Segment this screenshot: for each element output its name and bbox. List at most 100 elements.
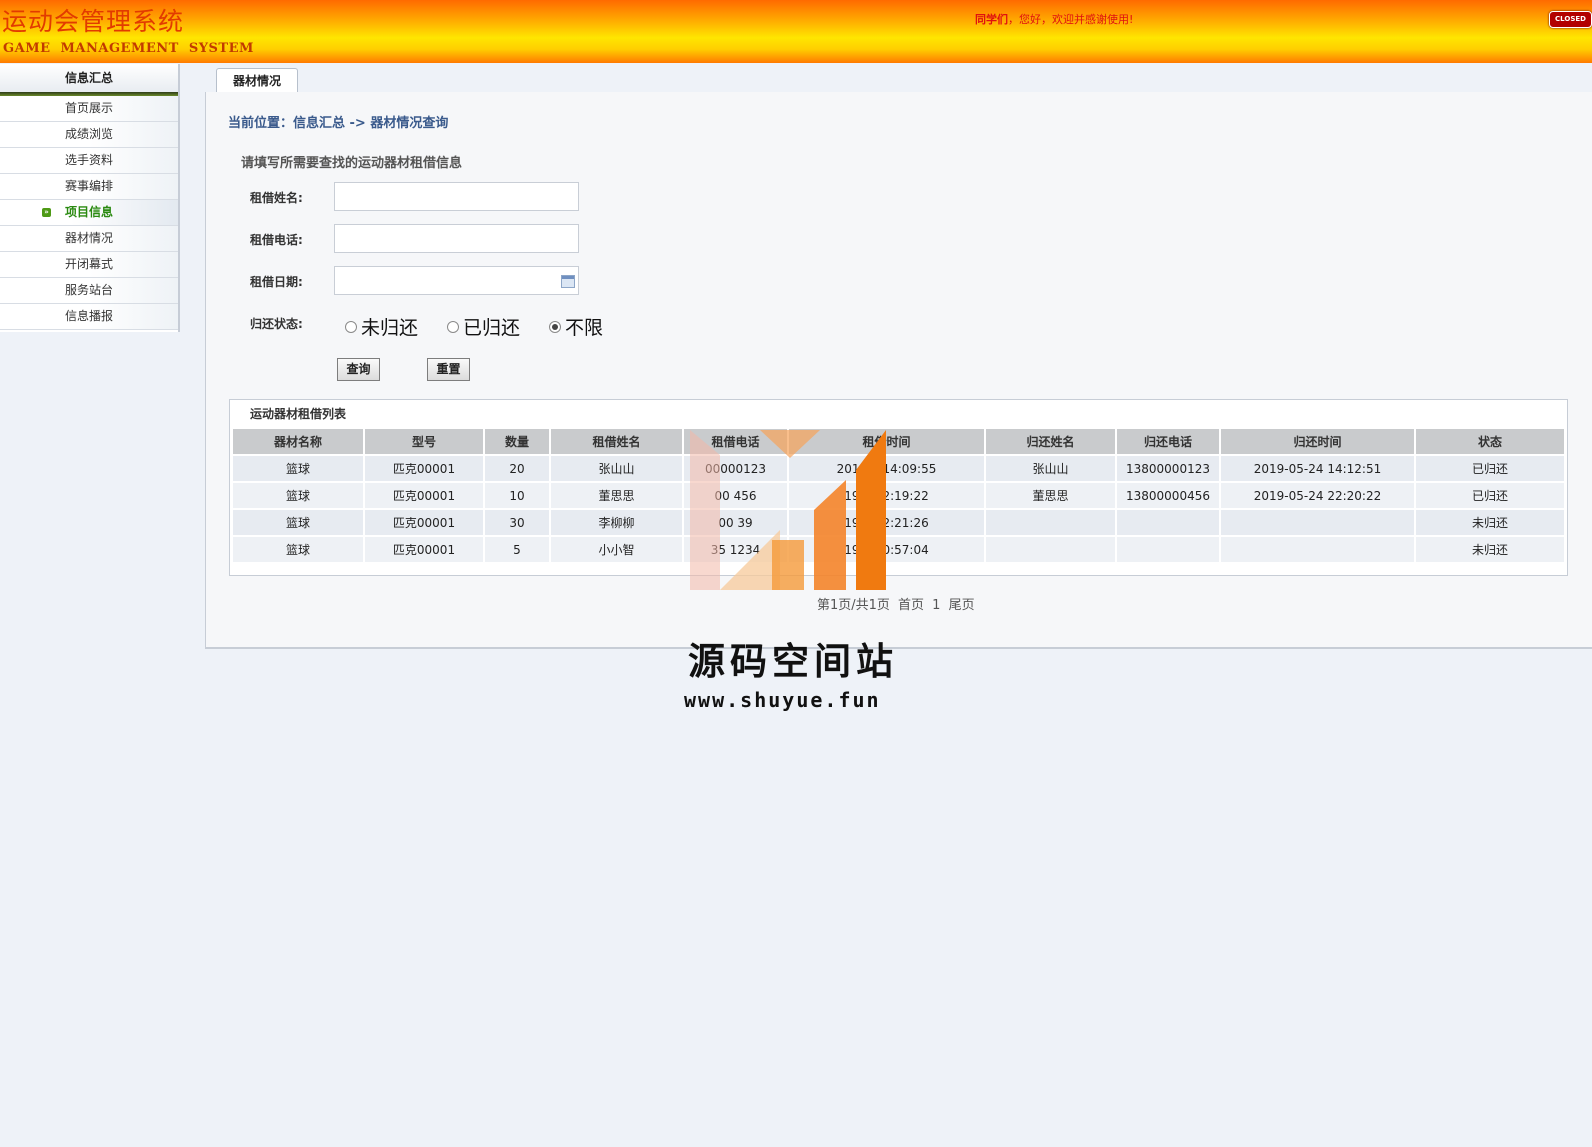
watermark-text: 源码空间站: [688, 640, 898, 683]
table-cell: 13800000456: [1117, 483, 1219, 508]
table-cell: 篮球: [233, 483, 363, 508]
table-row: 篮球 匹克00001 10 董思思 00 456 19 3 22:19:22 董…: [233, 483, 1564, 508]
table-cell: 篮球: [233, 456, 363, 481]
table-row: 篮球 匹克00001 5 小小智 35 1234 19 1 10:57:04 未…: [233, 537, 1564, 562]
table-row: 篮球 匹克00001 20 张山山 00000123 2019 3 14:09:…: [233, 456, 1564, 481]
app-subtitle: GAME MANAGEMENT SYSTEM: [3, 41, 254, 56]
sidebar-item-label: 成绩浏览: [64, 127, 113, 141]
column-header: 归还时间: [1221, 429, 1414, 454]
table-cell: 19 3 22:21:26: [789, 510, 984, 535]
sidebar-item-label: 信息播报: [64, 309, 113, 323]
status-radio-any[interactable]: 不限: [549, 313, 603, 340]
table-cell: 2019-05-24 22:20:22: [1221, 483, 1414, 508]
sidebar-item-label: 开闭幕式: [64, 257, 113, 271]
table-cell: 30: [485, 510, 549, 535]
sidebar-item-scores[interactable]: 成绩浏览: [0, 122, 178, 148]
table-cell: 20: [485, 456, 549, 481]
table-cell: [986, 537, 1115, 562]
column-header: 租借电话: [684, 429, 787, 454]
radio-circle-checked[interactable]: [549, 320, 561, 333]
sidebar-item-home[interactable]: 首页展示: [0, 96, 178, 122]
table-cell: [1221, 537, 1414, 562]
column-header: 归还姓名: [986, 429, 1115, 454]
borrower-name-input[interactable]: [334, 182, 579, 211]
table-cell: 篮球: [233, 510, 363, 535]
equipment-list-panel: 运动器材租借列表 器材名称 型号 数量 租借姓名 租借电话 租借时间 归还姓名 …: [229, 399, 1568, 576]
sidebar-item-schedule[interactable]: 赛事编排: [0, 174, 178, 200]
table-cell: 董思思: [986, 483, 1115, 508]
table-cell: 已归还: [1416, 456, 1564, 481]
sidebar: 信息汇总 首页展示 成绩浏览 选手资料 赛事编排 » 项目信息 器材情况 开闭幕式…: [0, 64, 180, 332]
column-header: 租借时间: [789, 429, 984, 454]
status-radio-not-returned[interactable]: 未归还: [345, 313, 418, 340]
calendar-icon[interactable]: [561, 275, 575, 288]
table-cell: 00000123: [684, 456, 787, 481]
equipment-table: 器材名称 型号 数量 租借姓名 租借电话 租借时间 归还姓名 归还电话 归还时间…: [231, 427, 1566, 564]
sidebar-item-label: 器材情况: [64, 231, 113, 245]
table-cell: 董思思: [551, 483, 682, 508]
tab-bar: 器材情况: [205, 67, 1592, 94]
table-cell: 张山山: [986, 456, 1115, 481]
radio-circle[interactable]: [447, 320, 459, 333]
table-cell: 匹克00001: [365, 456, 483, 481]
column-header: 归还电话: [1117, 429, 1219, 454]
sidebar-item-ceremony[interactable]: 开闭幕式: [0, 252, 178, 278]
sidebar-item-events[interactable]: » 项目信息: [0, 200, 178, 226]
arrow-bullet-icon: »: [42, 208, 51, 217]
sidebar-item-service[interactable]: 服务站台: [0, 278, 178, 304]
table-cell: 篮球: [233, 537, 363, 562]
table-cell: 已归还: [1416, 483, 1564, 508]
table-header-row: 器材名称 型号 数量 租借姓名 租借电话 租借时间 归还姓名 归还电话 归还时间…: [233, 429, 1564, 454]
table-cell: 13800000123: [1117, 456, 1219, 481]
table-cell: 张山山: [551, 456, 682, 481]
table-cell: 10: [485, 483, 549, 508]
table-cell: 2019 3 14:09:55: [789, 456, 984, 481]
reset-button[interactable]: 重置: [427, 358, 470, 381]
borrower-phone-input[interactable]: [334, 224, 579, 253]
name-label: 租借姓名:: [250, 191, 303, 205]
table-row: 篮球 匹克00001 30 李柳柳 00 39 19 3 22:21:26 未归…: [233, 510, 1564, 535]
table-cell: 小小智: [551, 537, 682, 562]
table-cell: 2019-05-24 14:12:51: [1221, 456, 1414, 481]
table-cell: 匹克00001: [365, 510, 483, 535]
table-cell: 未归还: [1416, 537, 1564, 562]
table-cell: 匹克00001: [365, 483, 483, 508]
column-header: 状态: [1416, 429, 1564, 454]
table-cell: 匹克00001: [365, 537, 483, 562]
sidebar-item-label: 项目信息: [64, 205, 113, 219]
sidebar-item-equipment[interactable]: 器材情况: [0, 226, 178, 252]
column-header: 数量: [485, 429, 549, 454]
sidebar-item-label: 赛事编排: [64, 179, 113, 193]
sidebar-item-broadcast[interactable]: 信息播报: [0, 304, 178, 330]
radio-label: 未归还: [361, 317, 419, 339]
breadcrumb: 当前位置：信息汇总 -> 器材情况查询: [228, 116, 449, 131]
borrow-date-input[interactable]: [334, 266, 579, 295]
column-header: 器材名称: [233, 429, 363, 454]
table-cell: 李柳柳: [551, 510, 682, 535]
welcome-message: 同学们，您好，欢迎并感谢使用!: [975, 11, 1133, 27]
radio-circle[interactable]: [345, 320, 357, 333]
table-cell: 19 1 10:57:04: [789, 537, 984, 562]
pagination[interactable]: 第1页/共1页 首页 1 尾页: [817, 594, 975, 613]
table-cell: 未归还: [1416, 510, 1564, 535]
search-button[interactable]: 查询: [337, 358, 380, 381]
list-title: 运动器材租借列表: [250, 407, 347, 421]
status-radio-returned[interactable]: 已归还: [447, 313, 520, 340]
welcome-user: 同学们: [975, 13, 1008, 26]
column-header: 租借姓名: [551, 429, 682, 454]
sidebar-item-label: 选手资料: [64, 153, 113, 167]
table-cell: 00 39: [684, 510, 787, 535]
table-cell: [986, 510, 1115, 535]
status-label: 归还状态:: [250, 317, 303, 331]
close-button[interactable]: CLOSED: [1549, 11, 1592, 28]
app-header: 运动会管理系统 GAME MANAGEMENT SYSTEM 同学们，您好，欢迎…: [0, 0, 1592, 63]
tab-equipment[interactable]: 器材情况: [216, 68, 298, 94]
sidebar-item-label: 服务站台: [64, 283, 113, 297]
table-cell: 35 1234: [684, 537, 787, 562]
sidebar-heading[interactable]: 信息汇总: [0, 64, 178, 92]
table-cell: 5: [485, 537, 549, 562]
table-cell: [1117, 510, 1219, 535]
column-header: 型号: [365, 429, 483, 454]
table-cell: [1221, 510, 1414, 535]
sidebar-item-athletes[interactable]: 选手资料: [0, 148, 178, 174]
